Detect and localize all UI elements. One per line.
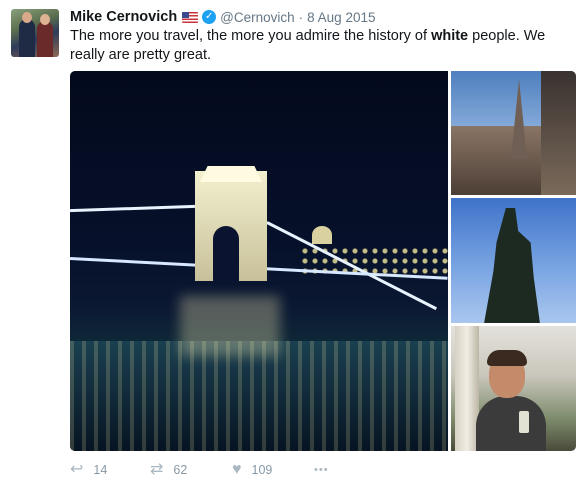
- retweet-icon: ⇄: [150, 461, 164, 478]
- retweet-button[interactable]: ⇄ 62: [150, 462, 232, 478]
- us-flag-icon: [182, 11, 199, 23]
- photo-selfie[interactable]: [451, 326, 576, 451]
- tweet-actions: ↩ 14 ⇄ 62 ♥ 109 •••: [70, 460, 329, 480]
- tweet-text: The more you travel, the more you admire…: [70, 27, 575, 65]
- avatar-figure: [37, 21, 53, 57]
- display-name[interactable]: Mike Cernovich: [70, 9, 177, 25]
- more-button[interactable]: •••: [314, 462, 329, 478]
- like-button[interactable]: ♥ 109: [232, 462, 314, 478]
- photo-detail: [487, 350, 527, 366]
- photo-detail: [511, 79, 527, 159]
- media-grid: [70, 71, 576, 451]
- photo-detail: [476, 396, 546, 451]
- photo-detail: [312, 226, 332, 244]
- retweet-count: 62: [173, 463, 188, 477]
- tweet-header: Mike Cernovich ✓ @Cernovich · 8 Aug 2015: [70, 7, 375, 27]
- photo-detail: [541, 71, 576, 195]
- tweet-text-bold: white: [431, 28, 469, 44]
- photo-detail: [180, 296, 280, 356]
- avatar[interactable]: [11, 9, 59, 57]
- like-count: 109: [251, 463, 273, 477]
- avatar-figure: [22, 12, 32, 23]
- user-handle[interactable]: @Cernovich: [220, 10, 294, 25]
- more-icon: •••: [314, 464, 329, 476]
- verified-badge-icon: ✓: [202, 10, 217, 24]
- tweet-text-part: The more you travel, the more you admire…: [70, 28, 432, 44]
- photo-detail: [213, 226, 239, 281]
- photo-detail: [451, 126, 546, 195]
- photo-detail: [70, 341, 448, 451]
- photo-statue[interactable]: [451, 198, 576, 323]
- avatar-figure: [19, 19, 35, 57]
- photo-detail: [70, 204, 196, 213]
- avatar-figure: [40, 14, 50, 25]
- reply-icon: ↩: [70, 461, 84, 478]
- reply-button[interactable]: ↩ 14: [70, 462, 150, 478]
- reply-count: 14: [93, 463, 108, 477]
- photo-detail: [484, 208, 540, 323]
- separator-dot: ·: [298, 9, 304, 25]
- tweet-date[interactable]: 8 Aug 2015: [307, 10, 375, 25]
- photo-chain-bridge-night[interactable]: [70, 71, 448, 451]
- photo-detail: [519, 411, 529, 433]
- heart-icon: ♥: [232, 461, 242, 478]
- photo-church-spire[interactable]: [451, 71, 576, 195]
